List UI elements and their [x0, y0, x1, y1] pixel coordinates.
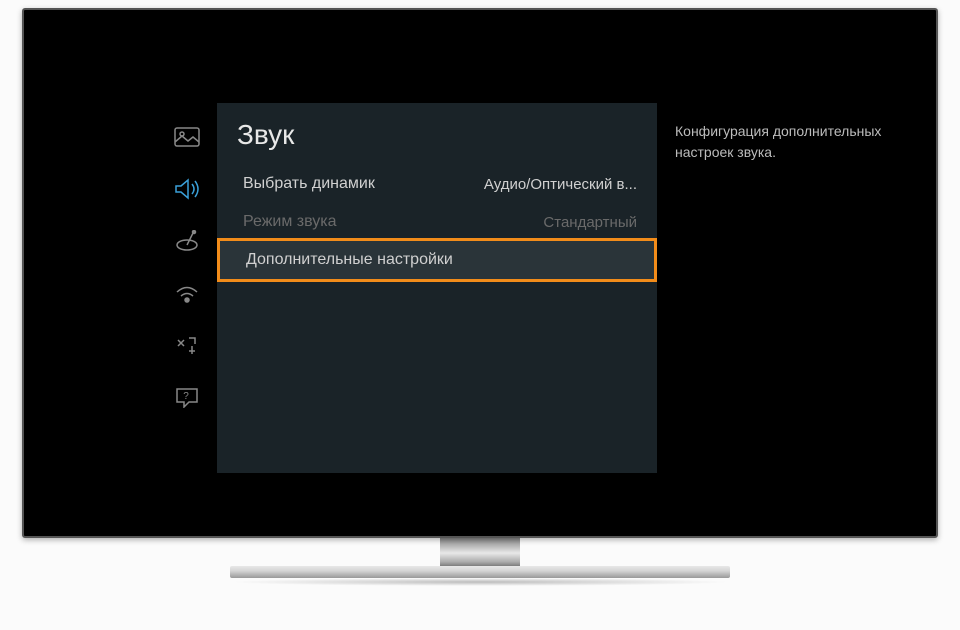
svg-text:?: ? [183, 391, 189, 402]
menu-item-select-speaker[interactable]: Выбрать динамик Аудио/Оптический в... [217, 165, 657, 203]
menu-label: Дополнительные настройки [246, 251, 453, 269]
network-icon[interactable] [173, 281, 201, 305]
sound-icon[interactable] [173, 177, 201, 201]
tv-screen: ? Звук Выбрать динамик Аудио/Оптический … [32, 18, 928, 528]
stand-base [230, 566, 730, 578]
menu-item-sound-mode: Режим звука Стандартный [217, 203, 657, 241]
menu-label: Выбрать динамик [243, 175, 375, 193]
system-icon[interactable] [173, 333, 201, 357]
description-text: Конфигурация дополнительных настроек зву… [675, 121, 887, 163]
tv-stand [230, 538, 730, 608]
settings-panel: ? Звук Выбрать динамик Аудио/Оптический … [157, 103, 897, 473]
picture-icon[interactable] [173, 125, 201, 149]
support-icon[interactable]: ? [173, 385, 201, 409]
description-panel: Конфигурация дополнительных настроек зву… [657, 103, 897, 473]
menu-label: Режим звука [243, 213, 337, 231]
menu-value: Аудио/Оптический в... [484, 176, 637, 193]
content-panel: Звук Выбрать динамик Аудио/Оптический в.… [217, 103, 657, 473]
settings-sidebar: ? [157, 103, 217, 473]
menu-item-advanced-settings[interactable]: Дополнительные настройки [217, 238, 657, 282]
broadcast-icon[interactable] [173, 229, 201, 253]
stand-neck [440, 538, 520, 568]
tv-frame: ? Звук Выбрать динамик Аудио/Оптический … [22, 8, 938, 538]
menu-value: Стандартный [543, 214, 637, 231]
page-title: Звук [217, 113, 657, 165]
